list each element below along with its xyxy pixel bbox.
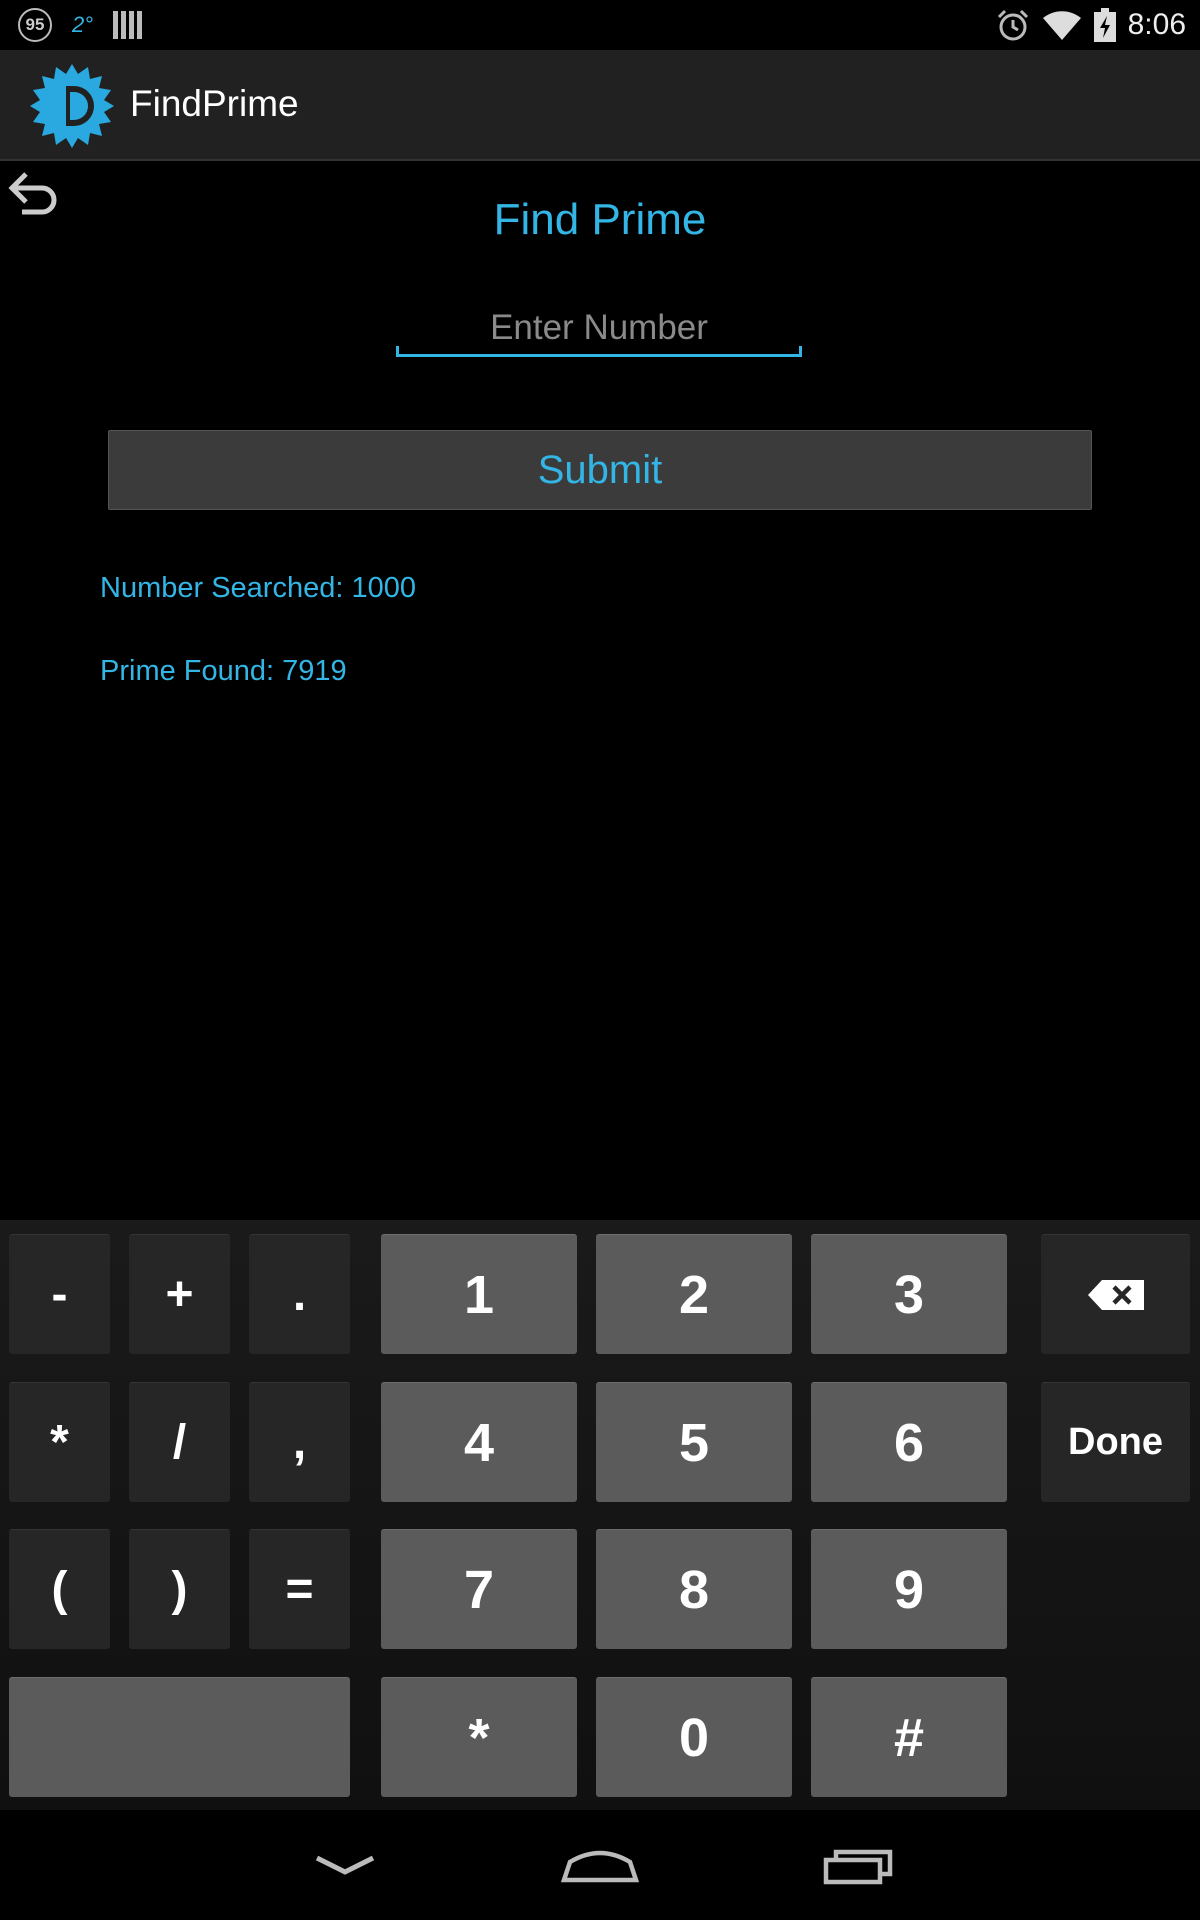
app-title: FindPrime: [130, 83, 299, 124]
weather-temperature: 2°: [72, 12, 94, 37]
key-7[interactable]: 7: [381, 1529, 577, 1649]
barcode-icon: [113, 11, 143, 39]
prime-found-value: 7919: [282, 655, 347, 687]
key-0[interactable]: 0: [596, 1677, 792, 1797]
key-2[interactable]: 2: [596, 1234, 792, 1354]
key-comma[interactable]: ,: [249, 1382, 350, 1502]
status-bar: 95 2° 8:06: [0, 0, 1200, 50]
key-plus[interactable]: +: [129, 1234, 230, 1354]
battery-charging-icon: [1093, 8, 1116, 42]
app-logo-icon[interactable]: [30, 64, 114, 148]
input-underline-right-tick: [799, 346, 802, 356]
key-5[interactable]: 5: [596, 1382, 792, 1502]
backspace-icon: [1087, 1279, 1144, 1310]
done-key[interactable]: Done: [1041, 1382, 1190, 1502]
alarm-icon: [997, 9, 1028, 41]
recents-icon[interactable]: [808, 1840, 908, 1890]
input-underline: [396, 354, 802, 357]
numeric-keyboard: - + . 1 2 3 * / , 4 5 6 Done ( ) = 7 8 9…: [0, 1220, 1200, 1810]
backspace-key[interactable]: [1041, 1234, 1190, 1354]
key-minus[interactable]: -: [9, 1234, 110, 1354]
home-icon[interactable]: [550, 1840, 650, 1890]
clock: 8:06: [1127, 8, 1186, 41]
key-4[interactable]: 4: [381, 1382, 577, 1502]
submit-button[interactable]: Submit: [108, 430, 1092, 510]
action-bar: FindPrime: [0, 50, 1200, 161]
key-9[interactable]: 9: [811, 1529, 1007, 1649]
navigation-bar: [0, 1810, 1200, 1920]
key-star[interactable]: *: [381, 1677, 577, 1797]
key-period[interactable]: .: [249, 1234, 350, 1354]
key-6[interactable]: 6: [811, 1382, 1007, 1502]
key-equals[interactable]: =: [249, 1529, 350, 1649]
key-open-paren[interactable]: (: [9, 1529, 110, 1649]
number-input[interactable]: [396, 300, 802, 356]
key-8[interactable]: 8: [596, 1529, 792, 1649]
status-right: 8:06: [996, 6, 1186, 44]
key-1[interactable]: 1: [381, 1234, 577, 1354]
wifi-icon: [1042, 11, 1081, 40]
number-searched-row: Number Searched: 1000: [100, 572, 416, 605]
number-searched-label: Number Searched:: [100, 572, 344, 604]
page-title: Find Prime: [493, 195, 707, 244]
status-left: 95 2°: [18, 8, 143, 42]
input-underline-left-tick: [396, 346, 399, 356]
prime-found-label: Prime Found:: [100, 655, 275, 687]
key-3[interactable]: 3: [811, 1234, 1007, 1354]
prime-found-row: Prime Found: 7919: [100, 655, 347, 688]
key-asterisk[interactable]: *: [9, 1382, 110, 1502]
back-chevron-icon[interactable]: [295, 1840, 395, 1890]
notification-count-icon: 95: [18, 8, 52, 42]
key-hash[interactable]: #: [811, 1677, 1007, 1797]
key-slash[interactable]: /: [129, 1382, 230, 1502]
key-close-paren[interactable]: ): [129, 1529, 230, 1649]
number-searched-value: 1000: [351, 572, 416, 604]
space-key[interactable]: [9, 1677, 350, 1797]
